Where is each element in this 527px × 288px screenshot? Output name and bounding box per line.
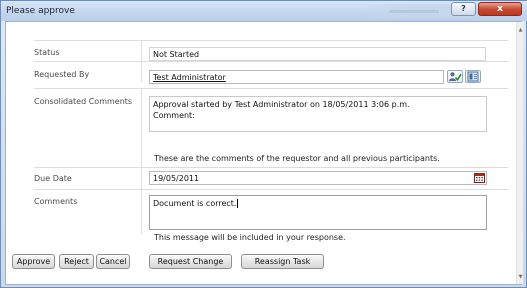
- request-change-button[interactable]: Request Change: [149, 254, 232, 269]
- window-title: Please approve: [6, 6, 75, 16]
- scroll-down-icon[interactable]: ▼: [517, 273, 524, 281]
- divider: [34, 167, 508, 168]
- requested-by-value[interactable]: Test Administrator: [153, 73, 226, 82]
- divider: [34, 189, 508, 190]
- column-separator: [141, 41, 142, 60]
- divider: [34, 88, 508, 89]
- reject-button[interactable]: Reject: [59, 254, 94, 269]
- check-names-icon: [449, 72, 462, 82]
- comments-value[interactable]: Document is correct.: [153, 199, 239, 208]
- vertical-scrollbar[interactable]: ▲ ▼: [516, 22, 523, 284]
- check-names-button[interactable]: [447, 70, 463, 83]
- consolidated-comments-hint: These are the comments of the requestor …: [154, 154, 440, 163]
- calendar-icon: [474, 173, 485, 183]
- due-date-input[interactable]: [149, 171, 487, 185]
- status-field: [149, 47, 486, 61]
- approve-button[interactable]: Approve: [12, 254, 55, 269]
- divider: [34, 61, 508, 62]
- column-separator: [141, 190, 142, 234]
- column-separator: [141, 168, 142, 189]
- task-form: Status Not Started Requested By Test Adm…: [24, 40, 508, 242]
- help-button[interactable]: ?: [451, 2, 476, 16]
- status-value: Not Started: [153, 50, 200, 59]
- due-date-value: 19/05/2011: [153, 174, 200, 183]
- column-separator: [141, 89, 142, 167]
- comments-hint: This message will be included in your re…: [154, 233, 346, 242]
- date-picker-button[interactable]: [474, 173, 485, 183]
- dialog-content: ▲ ▼ Status Not Started Requested By Test…: [5, 21, 523, 285]
- comments-label: Comments: [34, 197, 78, 206]
- consolidated-comments-line2: Comment:: [153, 111, 195, 120]
- scroll-up-icon[interactable]: ▲: [517, 26, 524, 34]
- browse-people-button[interactable]: [465, 70, 481, 83]
- reassign-task-button[interactable]: Reassign Task: [241, 254, 324, 269]
- status-label: Status: [34, 48, 60, 57]
- cancel-button[interactable]: Cancel: [96, 254, 130, 269]
- consolidated-comments-label: Consolidated Comments: [34, 97, 133, 106]
- requested-by-label: Requested By: [34, 70, 90, 79]
- close-button[interactable]: x: [478, 2, 522, 16]
- consolidated-comments-line1: Approval started by Test Administrator o…: [153, 100, 410, 109]
- title-bar[interactable]: Please approve ? x: [1, 1, 527, 21]
- address-book-icon: [467, 71, 479, 82]
- column-separator: [141, 62, 142, 82]
- due-date-label: Due Date: [34, 174, 72, 183]
- divider: [34, 40, 508, 41]
- dialog-window: Please approve ? x ▲ ▼ Status Not Starte…: [0, 0, 527, 288]
